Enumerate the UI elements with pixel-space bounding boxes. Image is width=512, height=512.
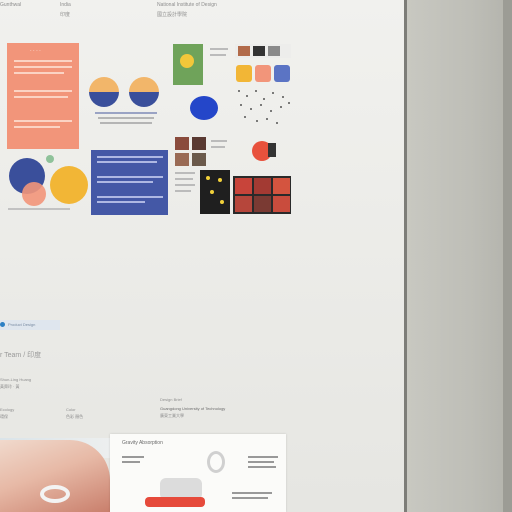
- entry-school-zh: 廣東工業大學: [160, 413, 184, 418]
- caption-line: [98, 117, 154, 119]
- swatch-blue: [274, 65, 290, 82]
- header-name: Gunthwal: [0, 2, 22, 8]
- caption-line: [175, 178, 193, 180]
- salmon-text-line: [14, 66, 72, 68]
- caption-line: [211, 146, 225, 148]
- venn-circle-yellow: [50, 166, 88, 204]
- blue-text-line: [97, 176, 163, 178]
- caption-line: [211, 140, 227, 142]
- photo-cell: [273, 196, 290, 212]
- grid-image: [175, 153, 189, 166]
- wall-background: [407, 0, 512, 512]
- salmon-text-line: [14, 72, 64, 74]
- header-country-zh: 印度: [60, 12, 71, 18]
- swatch-salmon: [255, 65, 271, 82]
- yellow-dot: [210, 190, 214, 194]
- dark-marker: [268, 143, 276, 157]
- dark-photo-panel: [200, 170, 230, 214]
- card-text-line: [248, 461, 274, 463]
- caption-line: [175, 184, 195, 186]
- entry-names-zh: 黃舜玲 · 黃: [0, 384, 20, 389]
- field-ecology-zh: 環保: [0, 414, 8, 419]
- ring-object: [40, 485, 70, 503]
- pie-diagram-right: [129, 77, 159, 107]
- card-text-line: [232, 497, 268, 499]
- header-country: India: [60, 2, 71, 8]
- salmon-panel-title: · · · ·: [30, 48, 41, 54]
- thumb-image: [238, 46, 250, 56]
- caption-line: [8, 208, 70, 210]
- card-text-line: [122, 456, 144, 458]
- grid-image: [192, 137, 206, 150]
- blue-text-line: [97, 196, 163, 198]
- category-dot: [0, 322, 5, 327]
- card-text-line: [248, 466, 276, 468]
- photo-cell: [254, 196, 271, 212]
- product-card-title: Gravity Absorption: [122, 440, 163, 446]
- grid-image: [192, 153, 206, 166]
- caption-line: [100, 122, 152, 124]
- blue-text-line: [97, 156, 163, 158]
- entry-names: Shun-Ling Huang: [0, 377, 32, 382]
- salmon-text-line: [14, 96, 68, 98]
- red-base-render: [145, 497, 205, 507]
- caption-line: [210, 54, 226, 56]
- salmon-text-line: [14, 90, 72, 92]
- caption-line: [175, 172, 195, 174]
- thumb-image: [253, 46, 265, 56]
- grid-image: [175, 137, 189, 150]
- swatch-yellow: [236, 65, 252, 82]
- entry-school: Guangdong University of Technology: [160, 406, 226, 411]
- yellow-dot: [220, 200, 224, 204]
- header-school: National Institute of Design: [157, 2, 217, 8]
- card-text-line: [232, 492, 272, 494]
- card-text-line: [248, 456, 278, 458]
- wall-edge: [503, 0, 512, 512]
- salmon-text-line: [14, 60, 72, 62]
- yellow-dot: [206, 176, 210, 180]
- thumb-image: [268, 46, 280, 56]
- field-color: Color: [66, 407, 76, 412]
- card-text-line: [122, 461, 140, 463]
- salmon-text-line: [14, 126, 60, 128]
- blue-text-line: [97, 181, 153, 183]
- label-design-brief: Design Brief: [160, 397, 182, 402]
- caption-line: [95, 112, 157, 114]
- blue-text-line: [97, 201, 145, 203]
- blue-blob: [190, 96, 218, 120]
- photo-cell: [235, 178, 252, 194]
- caption-line: [175, 190, 191, 192]
- blue-text-line: [97, 161, 157, 163]
- photo-cell: [235, 196, 252, 212]
- photo-cell: [273, 178, 290, 194]
- photo-cell: [254, 178, 271, 194]
- caption-line: [210, 48, 228, 50]
- category-tag: Product Design: [8, 322, 36, 327]
- entry-title: r Team / 印度: [0, 352, 42, 359]
- photo-figure: [180, 54, 194, 68]
- ring-render: [207, 451, 225, 473]
- yellow-dot: [218, 178, 222, 182]
- salmon-text-line: [14, 120, 72, 122]
- venn-circle-salmon: [22, 182, 46, 206]
- field-ecology: Ecology: [0, 407, 15, 412]
- pie-diagram-left: [89, 77, 119, 107]
- field-color-zh: 色彩 顏色: [66, 414, 84, 419]
- venn-dot-green: [46, 155, 54, 163]
- header-school-zh: 國立設計學院: [157, 12, 188, 18]
